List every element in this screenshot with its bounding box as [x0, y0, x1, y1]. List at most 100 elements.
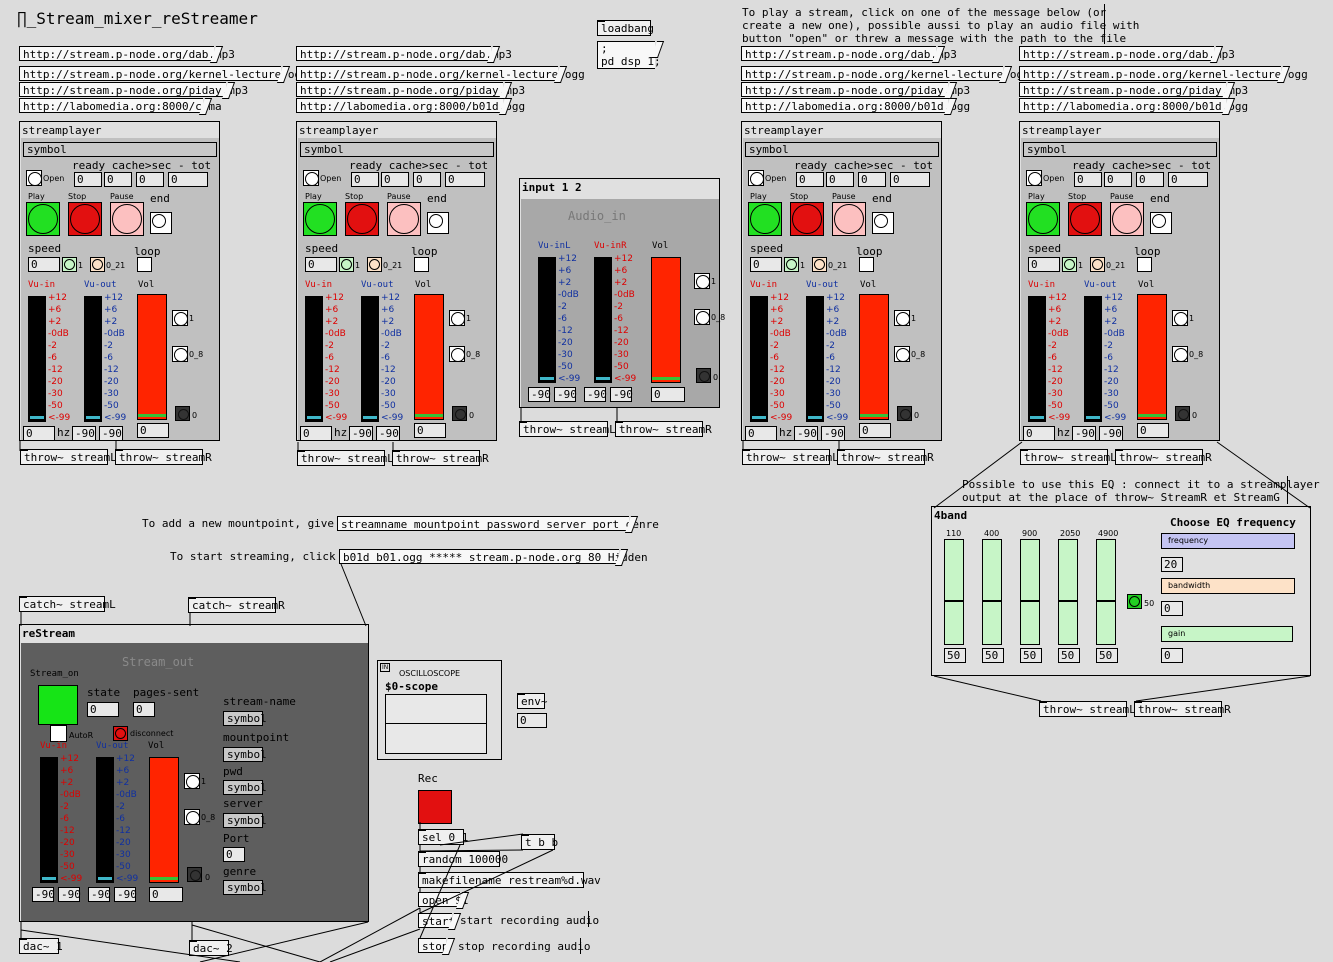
stream-name-symbol[interactable]: symbol: [223, 711, 267, 726]
number-box[interactable]: -90: [821, 426, 845, 441]
gain-number[interactable]: 0: [1161, 648, 1183, 663]
dark-bang[interactable]: [452, 406, 467, 421]
throw-streamr[interactable]: throw~ streamR: [837, 449, 934, 465]
end-bang[interactable]: [1150, 212, 1172, 234]
speed-reset-bang[interactable]: [62, 257, 77, 272]
hz-number[interactable]: 0: [745, 426, 777, 441]
catch-streamr[interactable]: catch~ streamR: [188, 597, 285, 613]
speed-number[interactable]: 0: [1028, 257, 1060, 272]
status-number[interactable]: 0: [1074, 172, 1102, 187]
dac-2[interactable]: dac~ 2: [189, 940, 233, 956]
stream-url-message[interactable]: http://labomedia.org:8000/coma: [19, 98, 222, 113]
stream-url-message[interactable]: http://stream.p-node.org/dab.mp3: [1019, 46, 1235, 61]
loadbang-object[interactable]: loadbang: [597, 20, 654, 36]
pause-button[interactable]: [110, 202, 144, 236]
status-number[interactable]: 0: [1104, 172, 1132, 187]
status-number[interactable]: 0: [104, 172, 132, 187]
status-number[interactable]: 0: [351, 172, 379, 187]
frequency-number[interactable]: 20: [1161, 557, 1183, 572]
vol-number[interactable]: 0: [414, 423, 446, 438]
bang-08[interactable]: [172, 346, 188, 362]
throw-streamr[interactable]: throw~ streamR: [392, 450, 489, 466]
speed-021-bang[interactable]: [90, 257, 105, 272]
stream-url-message[interactable]: http://stream.p-node.org/dab.mp3: [296, 46, 512, 61]
number-box[interactable]: -90: [72, 426, 96, 441]
number-box[interactable]: -90: [610, 387, 633, 402]
stream-url-message[interactable]: http://stream.p-node.org/kernel-lecture.…: [19, 66, 308, 81]
speed-number[interactable]: 0: [750, 257, 782, 272]
start-stream-message[interactable]: b01d b01.ogg ***** stream.p-node.org 80 …: [339, 549, 648, 564]
throw-streaml[interactable]: throw~ streamL: [519, 421, 616, 437]
band-value[interactable]: 50: [982, 648, 1004, 663]
end-bang[interactable]: [150, 212, 172, 234]
bang-1[interactable]: [694, 273, 710, 289]
bang-08[interactable]: [449, 346, 465, 362]
number-box[interactable]: -90: [99, 426, 123, 441]
speed-reset-bang[interactable]: [784, 257, 799, 272]
vol-number[interactable]: 0: [149, 887, 183, 902]
stream-url-message[interactable]: http://stream.p-node.org/dab.mp3: [19, 46, 235, 61]
bang-08[interactable]: [694, 309, 710, 325]
pwd-symbol[interactable]: symbol: [223, 780, 267, 795]
number-box[interactable]: -90: [58, 887, 81, 902]
play-button[interactable]: [303, 202, 337, 236]
number-box[interactable]: -90: [1099, 426, 1123, 441]
makefilename-object[interactable]: makefilename restream%d.wav: [418, 872, 601, 888]
throw-streamr[interactable]: throw~ streamR: [1115, 449, 1212, 465]
catch-streaml[interactable]: catch~ streamL: [19, 596, 116, 612]
number-box[interactable]: -90: [554, 387, 577, 402]
stream-url-message[interactable]: http://stream.p-node.org/piday.mp3: [19, 82, 248, 97]
symbol-box[interactable]: symbol: [745, 142, 939, 157]
eq-throw-streaml[interactable]: throw~ streamL: [1039, 701, 1136, 717]
symbol-box[interactable]: symbol: [1023, 142, 1217, 157]
bang-08[interactable]: [1172, 346, 1188, 362]
status-number[interactable]: 0: [136, 172, 164, 187]
symbol-box[interactable]: symbol: [23, 142, 217, 157]
status-number[interactable]: 0: [74, 172, 102, 187]
band-slider[interactable]: [1058, 539, 1078, 645]
status-number[interactable]: 0: [1136, 172, 1164, 187]
band-value[interactable]: 50: [1020, 648, 1042, 663]
bang-08[interactable]: [894, 346, 910, 362]
stream-on-toggle[interactable]: [38, 685, 78, 725]
volume-slider[interactable]: [414, 294, 444, 420]
band-value[interactable]: 50: [1096, 648, 1118, 663]
status-number[interactable]: 0: [890, 172, 930, 187]
throw-streamr[interactable]: throw~ streamR: [615, 421, 712, 437]
bang-08[interactable]: [184, 809, 200, 825]
vol-number[interactable]: 0: [651, 387, 685, 402]
dac-1[interactable]: dac~ 1: [19, 938, 63, 954]
bang-1[interactable]: [894, 310, 910, 326]
env-number[interactable]: 0: [517, 713, 547, 728]
bang-1[interactable]: [172, 310, 188, 326]
throw-streaml[interactable]: throw~ streamL: [20, 449, 117, 465]
band-value[interactable]: 50: [1058, 648, 1080, 663]
symbol-box[interactable]: symbol: [300, 142, 494, 157]
band-slider[interactable]: [944, 539, 964, 645]
vol-number[interactable]: 0: [137, 423, 169, 438]
throw-streaml[interactable]: throw~ streamL: [1020, 449, 1117, 465]
number-box[interactable]: -90: [32, 887, 55, 902]
eq-led[interactable]: [1127, 594, 1142, 609]
throw-streamr[interactable]: throw~ streamR: [115, 449, 212, 465]
pages-sent-number[interactable]: 0: [133, 702, 155, 717]
speed-021-bang[interactable]: [367, 257, 382, 272]
volume-slider[interactable]: [149, 757, 179, 883]
number-box[interactable]: -90: [584, 387, 607, 402]
eq-throw-streamr[interactable]: throw~ streamR: [1134, 701, 1231, 717]
dark-bang[interactable]: [1175, 406, 1190, 421]
number-box[interactable]: -90: [88, 887, 111, 902]
number-box[interactable]: -90: [376, 426, 400, 441]
dark-bang[interactable]: [175, 406, 190, 421]
env-object[interactable]: env~: [517, 693, 548, 709]
stream-url-message[interactable]: http://stream.p-node.org/kernel-lecture.…: [741, 66, 1030, 81]
end-bang[interactable]: [427, 212, 449, 234]
status-number[interactable]: 0: [858, 172, 886, 187]
play-button[interactable]: [748, 202, 782, 236]
speed-number[interactable]: 0: [28, 257, 60, 272]
pause-button[interactable]: [832, 202, 866, 236]
state-number[interactable]: 0: [87, 702, 119, 717]
status-number[interactable]: 0: [826, 172, 854, 187]
open-bang[interactable]: [1026, 170, 1042, 186]
hz-number[interactable]: 0: [23, 426, 55, 441]
